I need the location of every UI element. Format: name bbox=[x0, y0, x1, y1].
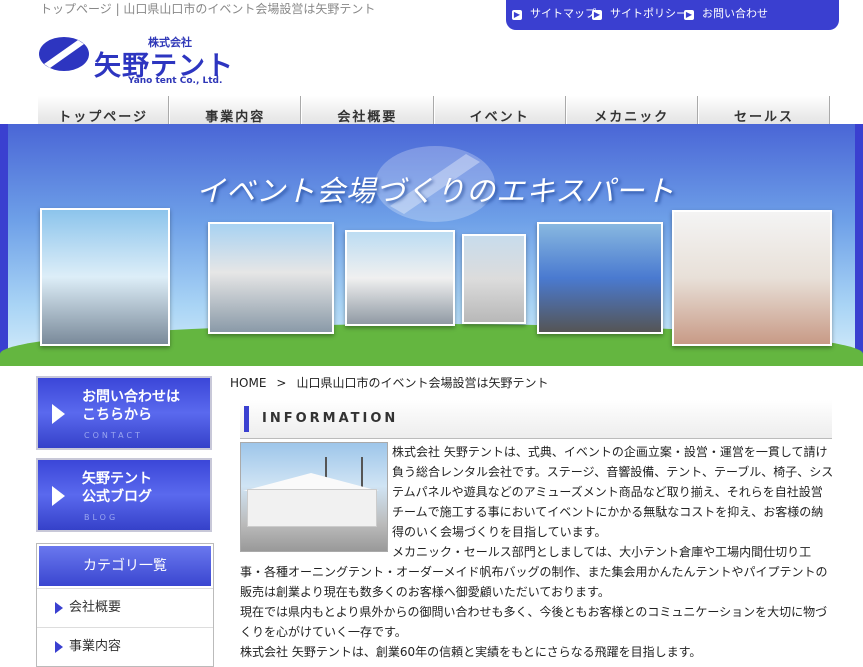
info-paragraph-4: 株式会社 矢野テントは、創業60年の信頼と実績をもとにさらなる飛躍を目指します。 bbox=[240, 645, 702, 659]
category-list: カテゴリ一覧 会社概要 事業内容 bbox=[36, 543, 214, 667]
blog-button[interactable]: 矢野テント 公式ブログ BLOG bbox=[36, 458, 212, 532]
info-paragraph-3: 現在では県内もとより県外からの御問い合わせも多く、今後ともお客様とのコミュニケー… bbox=[240, 605, 828, 639]
arrow-icon: ▶ bbox=[512, 10, 522, 20]
logo-mark-icon bbox=[39, 37, 89, 71]
utility-nav: ▶ サイトマップ ▶ サイトポリシー ▶ お問い合わせ bbox=[506, 0, 839, 30]
play-icon bbox=[55, 602, 63, 614]
play-icon bbox=[55, 641, 63, 653]
sitemap-link[interactable]: ▶ サイトマップ bbox=[512, 5, 596, 21]
page-title-bar: トップページ | 山口県山口市のイベント会場設営は矢野テント bbox=[40, 2, 376, 16]
contact-button[interactable]: お問い合わせは こちらから CONTACT bbox=[36, 376, 212, 450]
site-policy-link[interactable]: ▶ サイトポリシー bbox=[592, 5, 687, 21]
contact-link[interactable]: ▶ お問い合わせ bbox=[684, 5, 768, 21]
breadcrumb: HOME > 山口県山口市のイベント会場設営は矢野テント bbox=[230, 376, 549, 390]
category-item-company[interactable]: 会社概要 bbox=[37, 588, 213, 627]
company-logo[interactable]: 株式会社 矢野テント Yano tent Co., Ltd. bbox=[38, 34, 248, 90]
hero-banner: イベント会場づくりのエキスパート bbox=[0, 124, 863, 366]
photo-kart bbox=[208, 222, 334, 334]
play-icon bbox=[52, 404, 65, 424]
logo-english: Yano tent Co., Ltd. bbox=[128, 76, 223, 86]
play-icon bbox=[52, 486, 65, 506]
information-text: 株式会社 矢野テントは、式典、イベントの企画立案・設営・運営を一貫して請け負う総… bbox=[240, 442, 834, 662]
category-title: カテゴリ一覧 bbox=[39, 546, 211, 586]
photo-stage bbox=[345, 230, 455, 326]
photo-bus bbox=[537, 222, 663, 334]
photo-arch bbox=[40, 208, 170, 346]
photo-balloons bbox=[462, 234, 526, 324]
photo-tent-hall bbox=[672, 210, 832, 346]
hero-title: イベント会場づくりのエキスパート bbox=[196, 174, 676, 208]
breadcrumb-home[interactable]: HOME bbox=[230, 376, 266, 390]
breadcrumb-current: 山口県山口市のイベント会場設営は矢野テント bbox=[296, 376, 549, 390]
category-item-business[interactable]: 事業内容 bbox=[37, 627, 213, 666]
arrow-icon: ▶ bbox=[684, 10, 694, 20]
information-heading: INFORMATION bbox=[240, 400, 832, 439]
arrow-icon: ▶ bbox=[592, 10, 602, 20]
